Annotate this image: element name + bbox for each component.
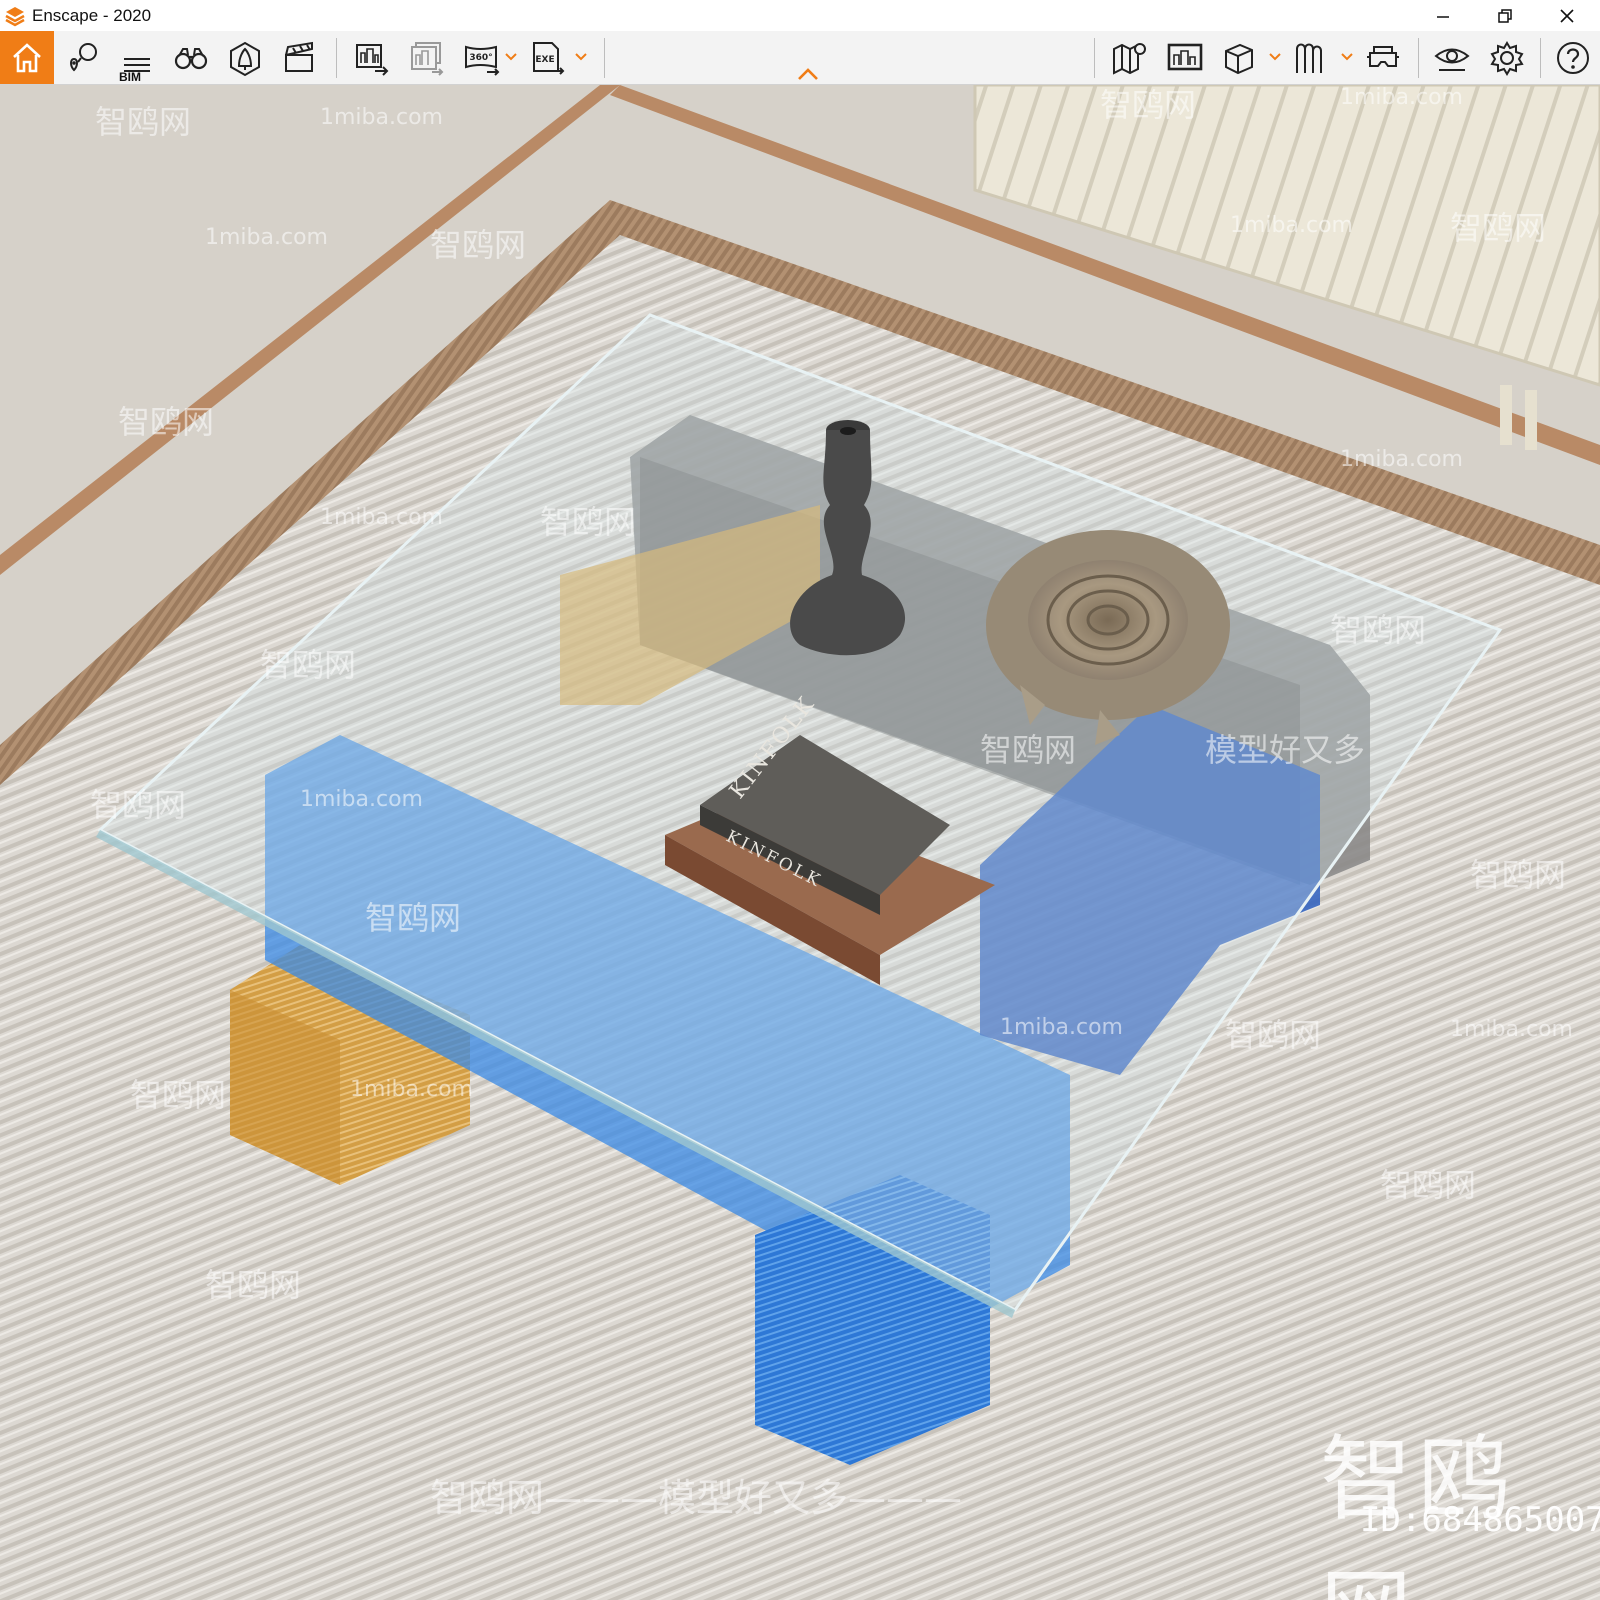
scene-render: KINFOLK KINFOLK: [0, 85, 1600, 1600]
gear-icon: [1490, 40, 1524, 76]
home-icon: [13, 42, 41, 72]
chevron-down-icon: [575, 53, 587, 61]
radiator-pipe: [1525, 390, 1537, 450]
help-icon: [1557, 41, 1589, 74]
watermark-brand: 智鸥网: [430, 226, 527, 264]
enscape-logo: [5, 6, 25, 26]
minimize-button[interactable]: [1412, 0, 1474, 31]
window-title: Enscape - 2020: [32, 5, 152, 25]
export-exe-dropdown[interactable]: [572, 45, 590, 69]
watermark-brand: 智鸥网: [205, 1266, 302, 1304]
export-exe-icon: EXE: [533, 41, 565, 75]
watermark-brand: 智鸥网: [90, 786, 187, 824]
watermark-site: 1miba.com: [350, 1077, 473, 1102]
watermark-site: 1miba.com: [300, 787, 423, 812]
main-toolbar: BIM 360° EXE: [0, 31, 1600, 85]
watermark-brand: 智鸥网: [540, 503, 637, 541]
chevron-down-icon: [1269, 53, 1281, 61]
asset-library-icon: [230, 41, 260, 76]
toolbar-separator: [1418, 38, 1419, 78]
visual-settings-button[interactable]: [1425, 31, 1479, 84]
views-button[interactable]: [56, 31, 110, 84]
watermark-site: 1miba.com: [205, 225, 328, 250]
watermark-site: 1miba.com: [320, 105, 443, 130]
watermark-site: 1miba.com: [1340, 85, 1463, 110]
chevron-down-icon: [505, 53, 517, 61]
capture-button[interactable]: [1158, 31, 1212, 84]
close-icon: [1560, 8, 1574, 23]
map-button[interactable]: [1102, 31, 1156, 84]
watermark-brand: 智鸥网: [1450, 209, 1547, 247]
section-icon: [1296, 43, 1322, 73]
asset-library-button[interactable]: [218, 31, 272, 84]
restore-icon: [1498, 8, 1512, 23]
render-360-button[interactable]: 360°: [455, 31, 509, 84]
watermark-brand: 智鸥网: [365, 899, 462, 937]
panorama-360-icon: 360°: [465, 45, 500, 76]
render-image-button[interactable]: [345, 31, 399, 84]
watermark-site: 1miba.com: [1230, 213, 1353, 238]
cube-icon: [1225, 43, 1253, 74]
bim-label: BIM: [119, 70, 141, 84]
watermark-site: 1miba.com: [1450, 1017, 1573, 1042]
batch-render-button[interactable]: [400, 31, 454, 84]
help-button[interactable]: [1546, 31, 1600, 84]
home-button[interactable]: [0, 31, 54, 84]
batch-render-icon: [411, 41, 444, 76]
video-editor-button[interactable]: [272, 31, 326, 84]
watermark-brand: 智鸥网: [1225, 1016, 1322, 1054]
export-exe-label: EXE: [535, 55, 554, 65]
watermark-brand: 智鸥网: [118, 403, 215, 441]
restore-button[interactable]: [1474, 0, 1536, 31]
chevron-down-icon: [1341, 53, 1353, 61]
watermark-brand: 智鸥网: [130, 1076, 227, 1114]
watermark-footer: 智鸥网———模型好又多———: [430, 1476, 963, 1520]
vr-headset-icon: [1367, 45, 1399, 67]
settings-button[interactable]: [1480, 31, 1534, 84]
watermark-site: 1miba.com: [1000, 1015, 1123, 1040]
export-exe-button[interactable]: EXE: [520, 31, 574, 84]
toolbar-separator: [604, 38, 605, 78]
section-dropdown[interactable]: [1338, 45, 1356, 69]
toolbar-separator: [1094, 38, 1095, 78]
minimize-icon: [1437, 15, 1449, 18]
watermark-brand: 智鸥网: [95, 103, 192, 141]
binoculars-button[interactable]: [164, 31, 218, 84]
watermark-site: 1miba.com: [1340, 447, 1463, 472]
vr-headset-button[interactable]: [1356, 31, 1410, 84]
radiator-pipe: [1500, 385, 1512, 445]
collapse-toolbar-icon[interactable]: [796, 66, 820, 82]
eye-icon: [1434, 48, 1470, 71]
box-button[interactable]: [1212, 31, 1266, 84]
close-button[interactable]: [1536, 0, 1598, 31]
watermark-brand: 智鸥网: [260, 646, 357, 684]
render-viewport[interactable]: KINFOLK KINFOLK 1miba.com 智鸥网 1miba.com …: [0, 85, 1600, 1600]
section-button[interactable]: [1284, 31, 1338, 84]
panorama-360-label: 360°: [469, 53, 492, 63]
watermark-brand: 智鸥网: [1380, 1166, 1477, 1204]
map-icon: [1113, 42, 1146, 75]
capture-icon: [1167, 43, 1203, 70]
render-image-icon: [356, 43, 389, 76]
title-bar: Enscape - 2020: [0, 0, 1600, 31]
watermark-id: ID:684865007: [1360, 1500, 1600, 1540]
watermark-brand: 智鸥网: [1330, 611, 1427, 649]
watermark-brand: 智鸥网: [1100, 86, 1197, 124]
binoculars-icon: [174, 47, 208, 69]
watermark-site: 1miba.com: [320, 505, 443, 530]
watermark-slogan: 模型好又多: [1205, 731, 1366, 769]
toolbar-separator: [1540, 38, 1541, 78]
watermark-brand: 智鸥网: [1470, 856, 1567, 894]
box-dropdown[interactable]: [1266, 45, 1284, 69]
map-pin-icon: [70, 42, 97, 71]
watermark-brand: 智鸥网: [980, 731, 1077, 769]
render-360-dropdown[interactable]: [502, 45, 520, 69]
clapperboard-icon: [285, 41, 313, 72]
toolbar-separator: [336, 38, 337, 78]
